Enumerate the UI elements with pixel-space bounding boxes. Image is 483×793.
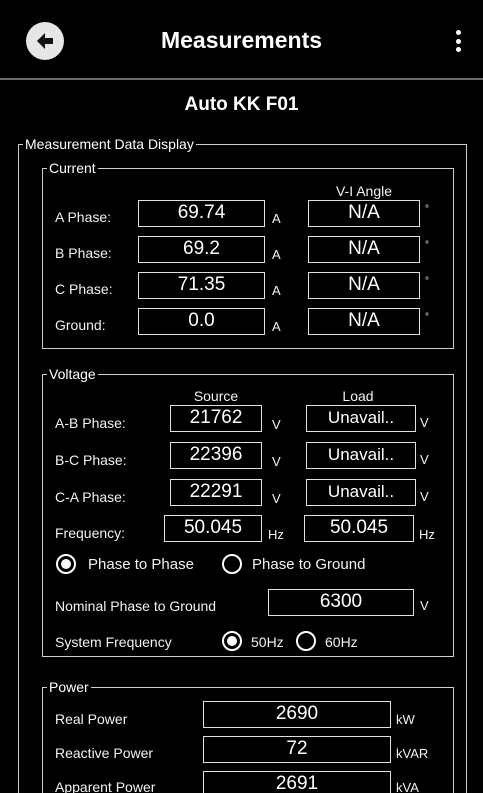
frequency-label: Frequency: bbox=[55, 525, 126, 541]
60hz-radio[interactable] bbox=[296, 631, 316, 651]
source-frequency-box: 50.045 bbox=[164, 515, 262, 542]
frequency-unit: Hz bbox=[268, 527, 284, 542]
current-unit: A bbox=[272, 211, 281, 226]
vi-angle-box: N/A bbox=[308, 236, 420, 263]
app-bar: Measurements bbox=[0, 0, 483, 80]
nominal-value-box: 6300 bbox=[268, 589, 414, 616]
voltage-unit: V bbox=[272, 454, 281, 469]
power-value-box: 2691 bbox=[203, 771, 391, 793]
power-unit: kVA bbox=[396, 780, 419, 793]
power-value-box: 72 bbox=[203, 736, 391, 763]
current-row-label: A Phase: bbox=[55, 209, 112, 225]
page-title: Measurements bbox=[160, 27, 323, 53]
source-header: Source bbox=[193, 388, 239, 404]
voltage-row-label: C-A Phase: bbox=[55, 489, 126, 505]
voltage-row-label: A-B Phase: bbox=[55, 415, 126, 431]
voltage-legend: Voltage bbox=[49, 366, 96, 382]
degree-symbol: ° bbox=[425, 276, 429, 287]
frequency-unit: Hz bbox=[419, 527, 435, 542]
more-vert-icon bbox=[455, 30, 461, 35]
current-unit: A bbox=[272, 247, 281, 262]
current-value-box: 69.2 bbox=[138, 236, 265, 263]
power-row-label: Apparent Power bbox=[55, 779, 156, 793]
load-value-box: Unavail.. bbox=[306, 442, 416, 469]
source-value-box: 21762 bbox=[170, 405, 262, 432]
current-value-box: 71.35 bbox=[138, 272, 265, 299]
current-legend: Current bbox=[49, 160, 96, 176]
overflow-menu-button[interactable] bbox=[453, 30, 463, 52]
voltage-row-label: B-C Phase: bbox=[55, 452, 127, 468]
vi-angle-box: N/A bbox=[308, 308, 420, 335]
voltage-unit: V bbox=[272, 491, 281, 506]
voltage-unit: V bbox=[272, 417, 281, 432]
60hz-label[interactable]: 60Hz bbox=[325, 634, 358, 650]
voltage-unit: V bbox=[420, 415, 429, 430]
power-legend: Power bbox=[49, 679, 89, 695]
current-row-label: Ground: bbox=[55, 317, 106, 333]
degree-symbol: ° bbox=[425, 240, 429, 251]
power-row-label: Real Power bbox=[55, 711, 128, 727]
load-value-box: Unavail.. bbox=[306, 479, 416, 506]
vi-angle-header: V-I Angle bbox=[335, 183, 393, 199]
phase-to-ground-label[interactable]: Phase to Ground bbox=[252, 556, 365, 573]
nominal-unit: V bbox=[420, 598, 429, 613]
50hz-label[interactable]: 50Hz bbox=[251, 634, 284, 650]
current-unit: A bbox=[272, 283, 281, 298]
source-value-box: 22396 bbox=[170, 442, 262, 469]
phase-to-ground-radio[interactable] bbox=[222, 554, 242, 574]
vi-angle-box: N/A bbox=[308, 200, 420, 227]
device-name: Auto KK F01 bbox=[184, 94, 299, 115]
degree-symbol: ° bbox=[425, 204, 429, 215]
source-value-box: 22291 bbox=[170, 479, 262, 506]
power-unit: kW bbox=[396, 712, 415, 727]
voltage-unit: V bbox=[420, 452, 429, 467]
vi-angle-box: N/A bbox=[308, 272, 420, 299]
voltage-unit: V bbox=[420, 489, 429, 504]
current-value-box: 69.74 bbox=[138, 200, 265, 227]
50hz-radio[interactable] bbox=[222, 631, 242, 651]
current-value-box: 0.0 bbox=[138, 308, 265, 335]
current-row-label: B Phase: bbox=[55, 245, 112, 261]
current-unit: A bbox=[272, 319, 281, 334]
phase-to-phase-label[interactable]: Phase to Phase bbox=[88, 556, 194, 573]
load-frequency-box: 50.045 bbox=[304, 515, 414, 542]
measurement-data-legend: Measurement Data Display bbox=[25, 136, 194, 152]
load-header: Load bbox=[342, 388, 374, 404]
nominal-label: Nominal Phase to Ground bbox=[55, 598, 217, 614]
power-row-label: Reactive Power bbox=[55, 745, 154, 761]
power-unit: kVAR bbox=[396, 746, 429, 761]
power-value-box: 2690 bbox=[203, 701, 391, 728]
phase-to-phase-radio[interactable] bbox=[56, 554, 76, 574]
current-row-label: C Phase: bbox=[55, 281, 113, 297]
system-frequency-label: System Frequency bbox=[55, 634, 172, 650]
load-value-box: Unavail.. bbox=[306, 405, 416, 432]
degree-symbol: ° bbox=[425, 312, 429, 323]
